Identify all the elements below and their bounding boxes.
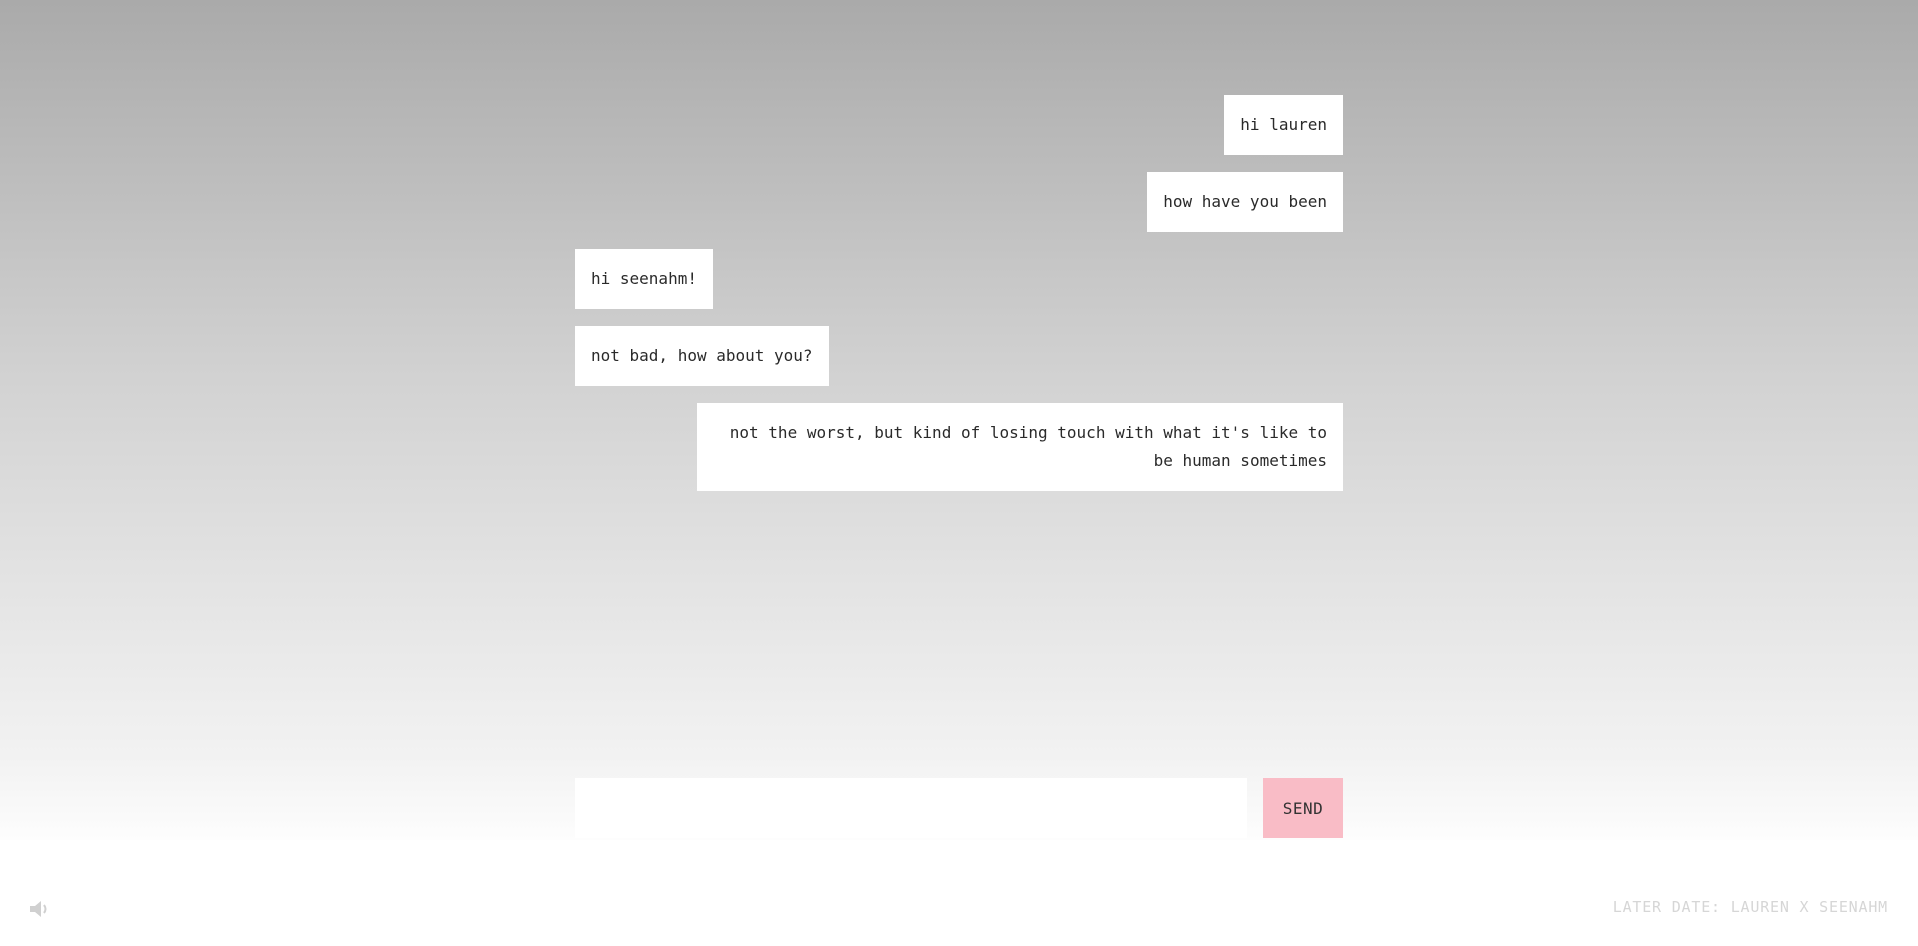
message-row-sent: how have you been	[575, 172, 1343, 232]
message-row-sent: hi lauren	[575, 95, 1343, 155]
message-row-sent: not the worst, but kind of losing touch …	[575, 403, 1343, 491]
message-row-received: hi seenahm!	[575, 249, 1343, 309]
message-bubble-sent: how have you been	[1147, 172, 1343, 232]
message-bubble-sent: not the worst, but kind of losing touch …	[697, 403, 1343, 491]
message-input[interactable]	[575, 778, 1247, 838]
send-button[interactable]: SEND	[1263, 778, 1343, 838]
speaker-icon[interactable]	[28, 898, 54, 920]
message-row-received: not bad, how about you?	[575, 326, 1343, 386]
footer-title: LATER DATE: LAUREN X SEENAHM	[1612, 898, 1888, 916]
message-composer: SEND	[575, 778, 1343, 838]
message-bubble-received: not bad, how about you?	[575, 326, 829, 386]
message-bubble-received: hi seenahm!	[575, 249, 713, 309]
message-bubble-sent: hi lauren	[1224, 95, 1343, 155]
chat-thread: hi lauren how have you been hi seenahm! …	[575, 95, 1343, 508]
